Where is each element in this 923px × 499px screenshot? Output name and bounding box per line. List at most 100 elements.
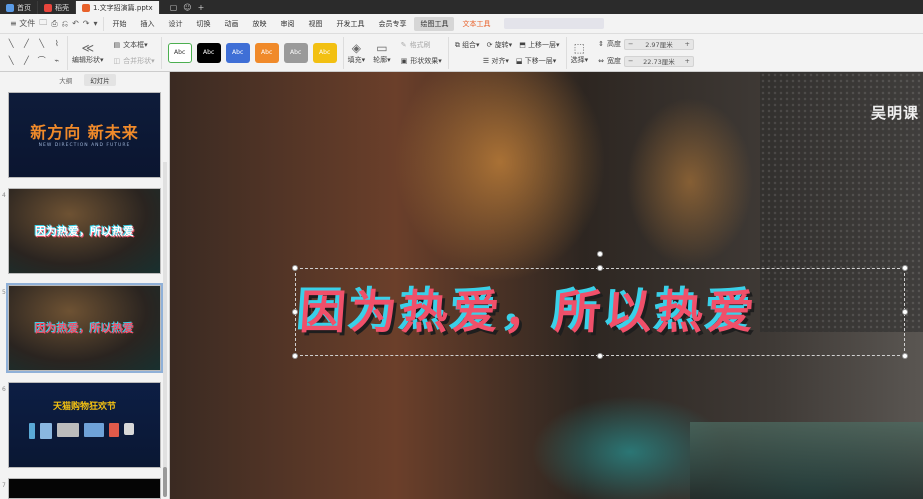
slide-thumbnail[interactable]: 新方向 新未来 NEW DIRECTION AND FUTURE <box>8 92 161 178</box>
tab-slides[interactable]: 幻灯片 <box>84 74 116 86</box>
menu-transition[interactable]: 切换 <box>190 17 216 31</box>
slide-thumbnail[interactable]: 因为热爱，所以热爱 <box>8 188 161 274</box>
edit-shape-button[interactable]: ≪ 编辑形状▾ <box>68 41 108 65</box>
slide-thumbnail[interactable]: 天猫购物狂欢节 <box>8 382 161 468</box>
menu-review[interactable]: 审阅 <box>274 17 300 31</box>
format-painter-button[interactable]: ✎ 格式刷 <box>401 40 442 50</box>
menu-insert[interactable]: 插入 <box>134 17 160 31</box>
resize-handle[interactable] <box>292 265 298 271</box>
menu-slideshow[interactable]: 放映 <box>246 17 272 31</box>
tab-home[interactable]: 首页 <box>0 1 38 14</box>
slide-number: 4 <box>2 192 6 199</box>
print-icon[interactable]: ⎙ <box>51 19 57 29</box>
shape-line-icon[interactable]: ╱ <box>19 36 33 53</box>
decrement-icon[interactable]: − <box>628 40 633 48</box>
resize-handle[interactable] <box>902 353 908 359</box>
preview-icon[interactable]: ⎌ <box>62 19 68 29</box>
more-chevron-icon[interactable]: ▾ <box>93 19 97 28</box>
bring-forward-button[interactable]: ⬒ 上移一层▾ <box>519 40 559 50</box>
menu-member[interactable]: 会员专享 <box>372 17 412 31</box>
increment-icon[interactable]: + <box>685 40 690 48</box>
resize-handle[interactable] <box>902 265 908 271</box>
size-group: ⇕ 高度 − 2.97厘米 + ⇔ 宽度 − 22.73厘米 + <box>592 37 700 69</box>
outline-label: 轮廓▾ <box>373 55 391 64</box>
phone-icon <box>29 423 35 439</box>
slide-headline[interactable]: 因为热爱，所以热爱 <box>297 268 762 356</box>
resize-handle[interactable] <box>902 309 908 315</box>
width-label: 宽度 <box>606 57 621 65</box>
home-icon <box>6 3 14 12</box>
resize-handle[interactable] <box>597 265 603 271</box>
menu-developer[interactable]: 开发工具 <box>330 17 370 31</box>
width-input[interactable]: − 22.73厘米 + <box>623 55 694 67</box>
shape-curve-icon[interactable]: ⌇ <box>50 36 64 53</box>
slide-thumbnail[interactable] <box>8 478 161 499</box>
redo-icon[interactable]: ↷ <box>83 19 90 28</box>
style-preset[interactable]: Abc <box>225 42 250 63</box>
combine-button[interactable]: ⧉ 组合▾ <box>455 40 480 50</box>
resize-handle[interactable] <box>292 353 298 359</box>
height-input[interactable]: − 2.97厘米 + <box>623 38 694 50</box>
decrement-icon[interactable]: − <box>628 57 633 65</box>
select-label: 选择▾ <box>570 55 589 64</box>
menu-animation[interactable]: 动画 <box>218 17 244 31</box>
style-preset[interactable]: Abc <box>254 42 279 63</box>
align-button[interactable]: ☰ 对齐▾ <box>483 56 509 66</box>
panel-scrollbar-thumb[interactable] <box>163 467 167 497</box>
text-box-label: 文本框▾ <box>123 40 148 49</box>
text-box-button[interactable]: ▤ 文本框▾ <box>114 40 155 50</box>
outline-button[interactable]: ▭ 轮廓▾ <box>369 41 395 65</box>
menu-text-tools[interactable]: 文本工具 <box>456 17 496 31</box>
merge-shapes-button[interactable]: ◫ 合并形状▾ <box>114 56 155 66</box>
command-search-box[interactable] <box>504 18 605 29</box>
panel-scrollbar-track[interactable] <box>163 162 167 492</box>
guitar-pedals <box>690 422 923 499</box>
rotate-handle-icon[interactable] <box>597 251 603 257</box>
tab-docer[interactable]: 稻壳 <box>38 1 76 14</box>
effects-group: ✎ 格式刷 ▣ 形状效果▾ <box>395 36 449 69</box>
shape-line-icon[interactable]: ╲ <box>35 36 49 53</box>
tab-current-document[interactable]: 1.文字招演篇.pptx <box>76 1 160 14</box>
select-button[interactable]: ⬚ 选择▾ <box>567 41 593 65</box>
smile-icon[interactable]: ☺ <box>183 3 191 12</box>
style-preset[interactable]: Abc <box>283 42 308 63</box>
shape-line-icon[interactable]: ╱ <box>19 53 33 70</box>
style-preset[interactable]: Abc <box>312 42 337 63</box>
style-preset[interactable]: Abc <box>167 42 192 63</box>
menu-home[interactable]: 开始 <box>106 17 132 31</box>
slide-number: 5 <box>2 289 6 296</box>
rotate-button[interactable]: ⟳ 旋转▾ <box>487 40 513 50</box>
slide-thumbnail-selected[interactable]: 因为热爱，所以热爱 <box>6 283 163 373</box>
shape-freeform-icon[interactable]: ⌁ <box>50 53 64 70</box>
menu-design[interactable]: 设计 <box>162 17 188 31</box>
resize-handle[interactable] <box>597 353 603 359</box>
increment-icon[interactable]: + <box>685 57 690 65</box>
merge-shapes-icon: ◫ <box>113 56 121 65</box>
menu-drawing-tools[interactable]: 绘图工具 <box>414 16 455 31</box>
menu-view[interactable]: 视图 <box>302 17 328 31</box>
tab-outline[interactable]: 大纲 <box>53 74 78 86</box>
shape-arc-icon[interactable]: ⌒ <box>35 53 49 70</box>
send-backward-icon: ⬓ <box>515 56 523 65</box>
undo-icon[interactable]: ↶ <box>72 19 79 28</box>
shape-effects-label: 形状效果▾ <box>410 56 442 65</box>
menu-bar: ≡ 文件 🗀 ⎙ ⎌ ↶ ↷ ▾ 开始 插入 设计 切换 动画 放映 审阅 视图… <box>0 14 923 34</box>
shape-effects-button[interactable]: ▣ 形状效果▾ <box>401 56 442 66</box>
ribbon-drawing-tools: ╲ ╱ ╲ ⌇ ╲ ╱ ⌒ ⌁ ≪ 编辑形状▾ ▤ 文本框▾ ◫ 合并形状▾ Abc… <box>0 34 923 72</box>
rotate-icon: ⟳ <box>486 40 493 49</box>
tab-tools: ▢ ☺ + <box>170 1 205 14</box>
file-menu-button[interactable]: ≡ 文件 <box>10 18 35 29</box>
send-backward-button[interactable]: ⬓ 下移一层▾ <box>516 56 556 66</box>
resize-handle[interactable] <box>292 309 298 315</box>
shape-line-icon[interactable]: ╲ <box>4 53 18 70</box>
fill-button[interactable]: ◈ 填充▾ <box>344 41 370 65</box>
window-icon[interactable]: ▢ <box>170 3 178 12</box>
format-painter-label: 格式刷 <box>409 40 431 49</box>
new-tab-plus-icon[interactable]: + <box>198 3 205 12</box>
quick-access-toolbar: ≡ 文件 🗀 ⎙ ⎌ ↶ ↷ ▾ <box>4 16 105 31</box>
style-preset[interactable]: Abc <box>196 42 221 63</box>
open-icon[interactable]: 🗀 <box>39 17 47 31</box>
pptx-file-icon <box>82 3 90 12</box>
shape-line-icon[interactable]: ╲ <box>4 36 18 53</box>
height-icon: ⇕ <box>598 40 604 48</box>
